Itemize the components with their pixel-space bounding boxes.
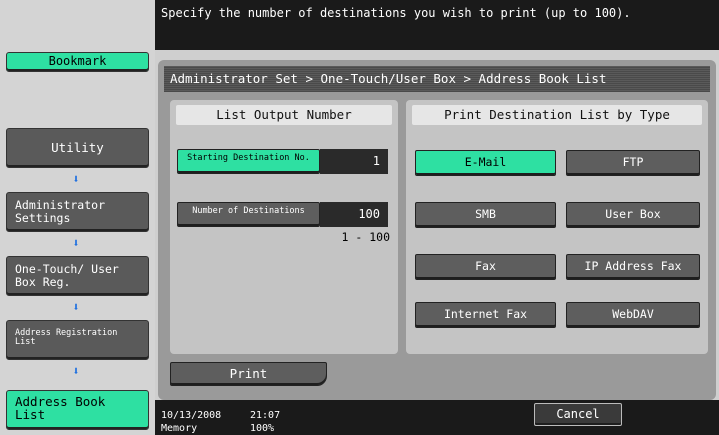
bookmark-button[interactable]: Bookmark [6,52,149,72]
address-registration-list-button[interactable]: Address Registration List [6,320,149,360]
list-output-panel [170,100,398,354]
range-text: 1 - 100 [341,230,390,244]
status-time: 21:07 [250,410,281,421]
instruction-message: Specify the number of destinations you w… [155,0,719,50]
type-webdav-button[interactable]: WebDAV [566,302,700,328]
one-touch-user-box-reg-button[interactable]: One-Touch/ User Box Reg. [6,256,149,296]
type-email-button[interactable]: E-Mail [415,150,556,176]
administrator-settings-button[interactable]: Administrator Settings [6,192,149,232]
list-output-title: List Output Number [176,105,392,125]
breadcrumb: Administrator Set > One-Touch/User Box >… [164,66,710,92]
number-of-destinations-button[interactable]: Number of Destinations [177,202,320,227]
arrow-down-icon: ⬇ [72,300,80,314]
type-ftp-button[interactable]: FTP [566,150,700,176]
cancel-button[interactable]: Cancel [534,403,622,426]
starting-destination-button[interactable]: Starting Destination No. [177,149,320,174]
type-internet-fax-button[interactable]: Internet Fax [415,302,556,328]
left-navigation: Bookmark Utility ⬇ Administrator Setting… [0,0,155,435]
type-user-box-button[interactable]: User Box [566,202,700,228]
number-of-destinations-field[interactable]: 100 [320,202,388,227]
utility-button[interactable]: Utility [6,128,149,168]
arrow-down-icon: ⬇ [72,364,80,378]
memory-label: Memory [161,423,198,434]
print-button[interactable]: Print [170,362,327,386]
memory-value: 100% [250,423,275,434]
print-by-type-title: Print Destination List by Type [412,105,702,125]
arrow-down-icon: ⬇ [72,172,80,186]
type-fax-button[interactable]: Fax [415,254,556,280]
status-date: 10/13/2008 [161,410,222,421]
arrow-down-icon: ⬇ [72,236,80,250]
address-book-list-button[interactable]: Address Book List [6,390,149,430]
type-ip-address-fax-button[interactable]: IP Address Fax [566,254,700,280]
starting-destination-field[interactable]: 1 [320,149,388,174]
type-smb-button[interactable]: SMB [415,202,556,228]
